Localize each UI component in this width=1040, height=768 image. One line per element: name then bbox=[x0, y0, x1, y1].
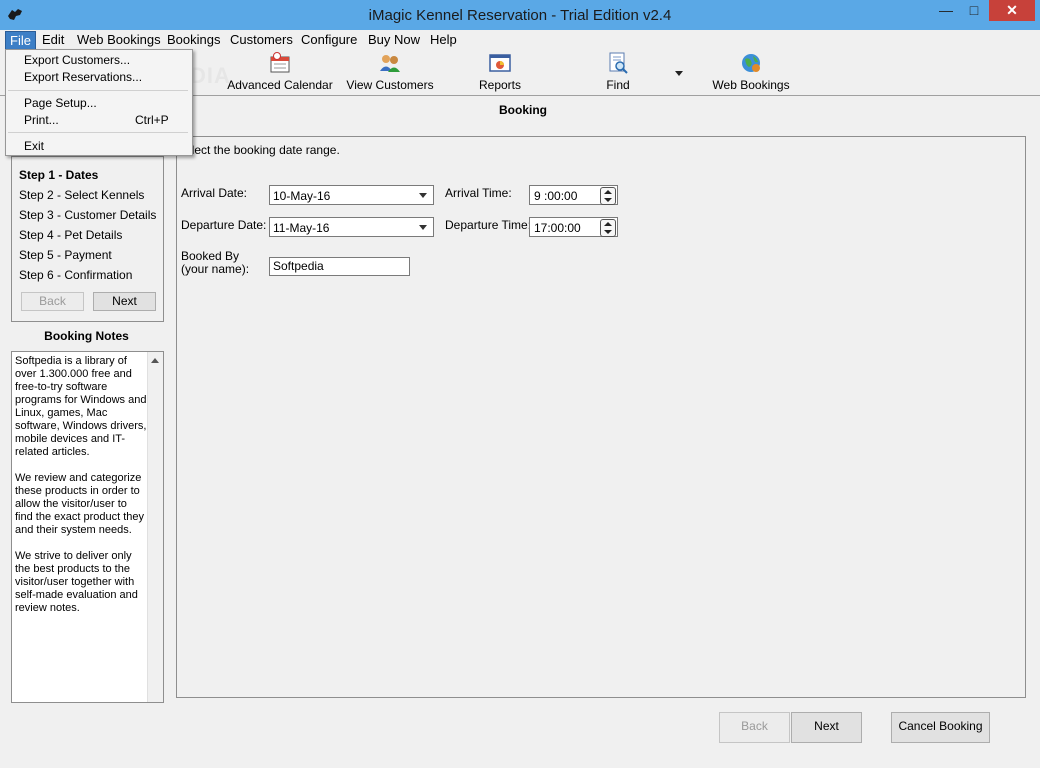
reports-icon bbox=[488, 51, 512, 75]
booking-notes-text: Softpedia is a library of over 1.300.000… bbox=[15, 355, 147, 614]
minimize-icon[interactable]: — bbox=[932, 0, 960, 21]
menu-print[interactable]: Print... bbox=[24, 113, 59, 127]
step-3[interactable]: Step 3 - Customer Details bbox=[19, 208, 156, 222]
globe-icon bbox=[739, 51, 763, 75]
booking-notes-textarea[interactable]: Softpedia is a library of over 1.300.000… bbox=[11, 351, 164, 703]
spinner-updown-icon[interactable] bbox=[600, 187, 616, 205]
departure-time-label: Departure Time: bbox=[445, 218, 532, 232]
menu-customers[interactable]: Customers bbox=[226, 31, 297, 48]
maximize-icon[interactable]: □ bbox=[960, 0, 988, 21]
title-bar: iMagic Kennel Reservation - Trial Editio… bbox=[0, 0, 1040, 30]
departure-date-select[interactable]: 11-May-16 bbox=[269, 217, 434, 237]
arrival-time-value: 9 :00:00 bbox=[534, 189, 578, 203]
view-customers-label: View Customers bbox=[346, 78, 434, 92]
customers-icon bbox=[378, 51, 402, 75]
next-button[interactable]: Next bbox=[791, 712, 862, 743]
arrival-time-spinner[interactable]: 9 :00:00 bbox=[529, 185, 618, 205]
reports-label: Reports bbox=[478, 78, 522, 92]
menu-bookings[interactable]: Bookings bbox=[163, 31, 224, 48]
departure-date-value: 11-May-16 bbox=[273, 221, 330, 235]
reports-button[interactable]: Reports bbox=[470, 51, 530, 92]
file-menu-dropdown: Export Customers... Export Reservations.… bbox=[5, 49, 193, 156]
booked-by-value: Softpedia bbox=[273, 259, 324, 273]
find-dropdown-icon[interactable] bbox=[675, 71, 683, 76]
spinner-updown-icon[interactable] bbox=[600, 219, 616, 237]
menu-file[interactable]: File bbox=[5, 31, 36, 50]
find-icon bbox=[606, 51, 630, 75]
advanced-calendar-label: Advanced Calendar bbox=[227, 78, 333, 92]
page-title: Booking bbox=[499, 103, 547, 117]
menu-separator bbox=[8, 132, 188, 133]
close-icon[interactable]: ✕ bbox=[989, 0, 1035, 21]
advanced-calendar-button[interactable]: Advanced Calendar bbox=[226, 51, 334, 92]
step-5[interactable]: Step 5 - Payment bbox=[19, 248, 112, 262]
menu-separator bbox=[8, 90, 188, 91]
scroll-up-icon[interactable] bbox=[151, 358, 159, 363]
booked-by-label: Booked By (your name): bbox=[181, 249, 250, 276]
find-button[interactable]: Find bbox=[596, 51, 640, 92]
booking-form-panel: elect the booking date range. Arrival Da… bbox=[176, 136, 1026, 698]
window-title: iMagic Kennel Reservation - Trial Editio… bbox=[368, 7, 672, 24]
view-customers-button[interactable]: View Customers bbox=[342, 51, 438, 92]
instruction-text: elect the booking date range. bbox=[185, 143, 340, 157]
menu-bar: File Edit Web Bookings Bookings Customer… bbox=[0, 30, 1040, 50]
menu-help[interactable]: Help bbox=[426, 31, 461, 48]
web-bookings-label: Web Bookings bbox=[712, 78, 790, 92]
departure-time-spinner[interactable]: 17:00:00 bbox=[529, 217, 618, 237]
menu-exit[interactable]: Exit bbox=[24, 139, 44, 153]
steps-next-button[interactable]: Next bbox=[93, 292, 156, 311]
step-6[interactable]: Step 6 - Confirmation bbox=[19, 268, 132, 282]
print-shortcut: Ctrl+P bbox=[135, 113, 169, 127]
step-2[interactable]: Step 2 - Select Kennels bbox=[19, 188, 144, 202]
arrival-time-label: Arrival Time: bbox=[445, 186, 512, 200]
menu-page-setup[interactable]: Page Setup... bbox=[24, 96, 97, 110]
find-label: Find bbox=[606, 78, 630, 92]
steps-panel: Step 1 - Dates Step 2 - Select Kennels S… bbox=[11, 156, 164, 322]
back-button[interactable]: Back bbox=[719, 712, 790, 743]
web-bookings-button[interactable]: Web Bookings bbox=[708, 51, 794, 92]
notes-title: Booking Notes bbox=[44, 329, 129, 343]
menu-export-reservations[interactable]: Export Reservations... bbox=[24, 70, 142, 84]
notes-scrollbar[interactable] bbox=[147, 352, 163, 702]
departure-time-value: 17:00:00 bbox=[534, 221, 581, 235]
menu-buy-now[interactable]: Buy Now bbox=[364, 31, 424, 48]
calendar-icon bbox=[268, 51, 292, 75]
steps-back-button[interactable]: Back bbox=[21, 292, 84, 311]
menu-edit[interactable]: Edit bbox=[38, 31, 68, 48]
departure-date-label: Departure Date: bbox=[181, 218, 267, 232]
chevron-down-icon bbox=[419, 193, 427, 198]
arrival-date-value: 10-May-16 bbox=[273, 189, 331, 203]
menu-web-bookings[interactable]: Web Bookings bbox=[73, 31, 165, 48]
menu-configure[interactable]: Configure bbox=[297, 31, 361, 48]
arrival-date-label: Arrival Date: bbox=[181, 186, 248, 200]
step-1[interactable]: Step 1 - Dates bbox=[19, 168, 98, 182]
cancel-booking-button[interactable]: Cancel Booking bbox=[891, 712, 990, 743]
chevron-down-icon bbox=[419, 225, 427, 230]
arrival-date-select[interactable]: 10-May-16 bbox=[269, 185, 434, 205]
menu-export-customers[interactable]: Export Customers... bbox=[24, 53, 130, 67]
step-4[interactable]: Step 4 - Pet Details bbox=[19, 228, 122, 242]
booked-by-input[interactable]: Softpedia bbox=[269, 257, 410, 276]
